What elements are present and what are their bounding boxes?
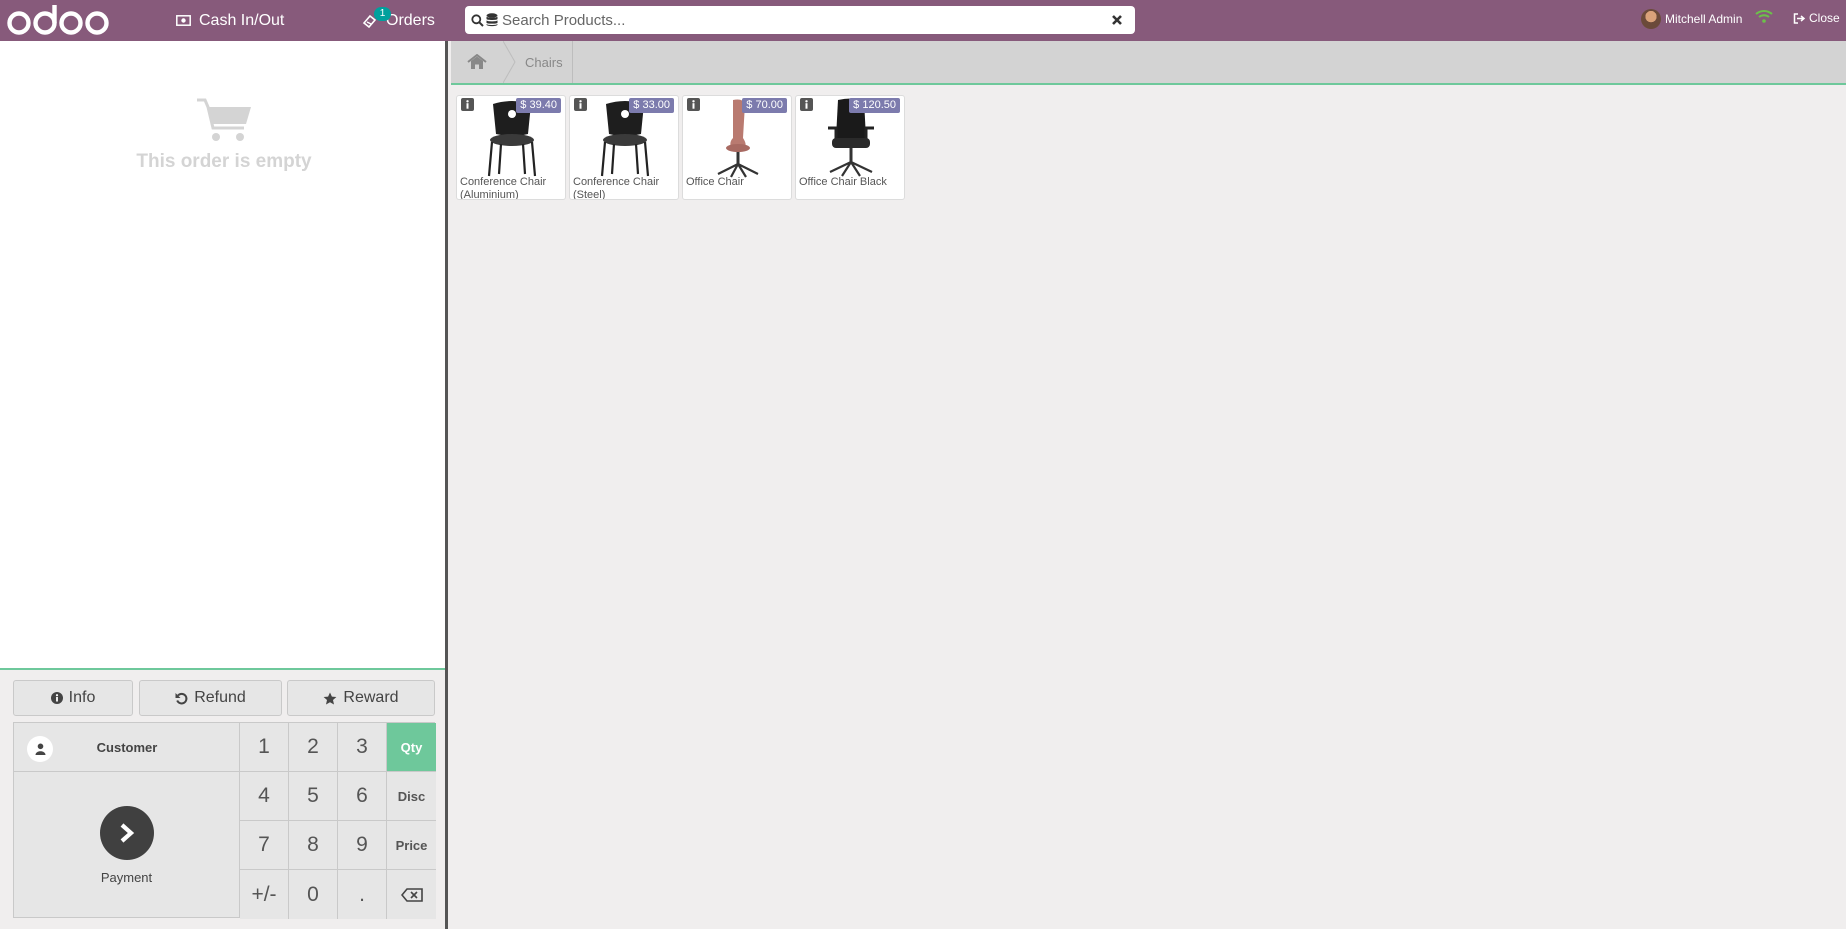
product-info-button[interactable] bbox=[461, 98, 474, 111]
backspace-button[interactable] bbox=[387, 870, 436, 919]
products-pane: Chairs $ 39.40 Conference Chair (Alumini… bbox=[451, 41, 1846, 929]
customer-label: Customer bbox=[96, 739, 158, 755]
info-label: Info bbox=[68, 689, 96, 706]
breadcrumb-category[interactable]: Chairs bbox=[525, 41, 563, 83]
product-price-tag: $ 33.00 bbox=[629, 98, 674, 113]
info-icon bbox=[579, 100, 582, 109]
numpad-key-0[interactable]: 0 bbox=[289, 870, 338, 919]
product-name: Conference Chair (Aluminium) bbox=[460, 176, 547, 200]
breadcrumb-separator bbox=[503, 41, 516, 83]
product-name: Office Chair Black bbox=[799, 176, 887, 188]
wifi-icon bbox=[1755, 9, 1773, 28]
product-card[interactable]: $ 120.50 Office Chair Black bbox=[795, 95, 905, 200]
numpad-key-5[interactable]: 5 bbox=[289, 772, 338, 821]
control-pads: Info Refund Reward Customer Payment 1 2 … bbox=[0, 668, 445, 929]
numpad-key-9[interactable]: 9 bbox=[338, 821, 387, 870]
orders-label: Orders bbox=[386, 11, 435, 29]
refund-label: Refund bbox=[194, 689, 246, 706]
info-icon bbox=[50, 692, 63, 704]
product-info-button[interactable] bbox=[687, 98, 700, 111]
numpad-area: Customer Payment 1 2 3 4 5 6 7 8 9 +/- 0… bbox=[13, 722, 436, 919]
search-icon bbox=[471, 13, 484, 27]
home-icon bbox=[467, 54, 487, 69]
numpad-key-7[interactable]: 7 bbox=[240, 821, 289, 870]
cart-icon bbox=[197, 98, 251, 141]
refund-button[interactable]: Refund bbox=[139, 680, 282, 716]
order-empty-text: This order is empty bbox=[136, 151, 312, 172]
info-button[interactable]: Info bbox=[13, 680, 133, 716]
customer-button[interactable]: Customer bbox=[14, 723, 240, 772]
empty-order-placeholder: This order is empty bbox=[0, 97, 448, 173]
info-icon bbox=[692, 100, 695, 109]
numpad-key-6[interactable]: 6 bbox=[338, 772, 387, 821]
breadcrumb-home[interactable] bbox=[451, 41, 503, 83]
reward-label: Reward bbox=[343, 689, 399, 706]
breadcrumb: Chairs bbox=[451, 41, 1846, 85]
chevron-right-icon bbox=[99, 805, 154, 860]
product-card[interactable]: $ 70.00 Office Chair bbox=[682, 95, 792, 200]
numpad-key-dot[interactable]: . bbox=[338, 870, 387, 919]
product-price-tag: $ 39.40 bbox=[516, 98, 561, 113]
product-info-button[interactable] bbox=[800, 98, 813, 111]
user-menu[interactable]: Mitchell Admin bbox=[1641, 0, 1742, 38]
clear-icon bbox=[1112, 15, 1122, 25]
database-icon bbox=[486, 13, 498, 27]
numpad-key-1[interactable]: 1 bbox=[240, 723, 289, 772]
backspace-icon bbox=[400, 887, 423, 902]
user-name: Mitchell Admin bbox=[1665, 12, 1743, 26]
numpad-key-8[interactable]: 8 bbox=[289, 821, 338, 870]
close-session-button[interactable]: Close bbox=[1793, 0, 1840, 36]
avatar bbox=[1641, 9, 1661, 29]
breadcrumb-divider bbox=[572, 41, 573, 83]
info-icon bbox=[805, 100, 808, 109]
product-name: Conference Chair (Steel) bbox=[573, 176, 660, 200]
payment-label: Payment bbox=[100, 869, 153, 885]
product-card[interactable]: $ 33.00 Conference Chair (Steel) bbox=[569, 95, 679, 200]
payment-button[interactable]: Payment bbox=[14, 772, 240, 918]
odoo-logo bbox=[6, 2, 110, 38]
orders-count-badge: 1 bbox=[374, 7, 391, 21]
clear-search-button[interactable] bbox=[1099, 15, 1135, 25]
numpad-key-plus-minus[interactable]: +/- bbox=[240, 870, 289, 919]
cash-icon bbox=[176, 15, 191, 26]
orders-button[interactable]: 1 Orders bbox=[362, 0, 435, 41]
product-price-tag: $ 70.00 bbox=[742, 98, 787, 113]
close-label: Close bbox=[1809, 11, 1840, 25]
product-name: Office Chair bbox=[686, 176, 744, 188]
pos-top-bar: Cash In/Out 1 Orders Mitchell Admin Clos… bbox=[0, 0, 1846, 41]
mode-price-button[interactable]: Price bbox=[387, 821, 436, 870]
numpad-key-3[interactable]: 3 bbox=[338, 723, 387, 772]
info-icon bbox=[466, 100, 469, 109]
mode-qty-button[interactable]: Qty bbox=[387, 723, 436, 772]
product-price-tag: $ 120.50 bbox=[849, 98, 900, 113]
sign-out-icon bbox=[1793, 12, 1806, 24]
numpad-key-4[interactable]: 4 bbox=[240, 772, 289, 821]
product-info-button[interactable] bbox=[574, 98, 587, 111]
undo-icon bbox=[175, 692, 188, 704]
star-icon bbox=[324, 692, 337, 704]
mode-disc-button[interactable]: Disc bbox=[387, 772, 436, 821]
order-pane: This order is empty Info Refund Reward C… bbox=[0, 41, 448, 929]
search-input[interactable] bbox=[498, 11, 1099, 29]
product-card[interactable]: $ 39.40 Conference Chair (Aluminium) bbox=[456, 95, 566, 200]
reward-button[interactable]: Reward bbox=[287, 680, 435, 716]
product-search-bar bbox=[465, 6, 1135, 34]
cash-in-out-button[interactable]: Cash In/Out bbox=[176, 0, 284, 41]
cash-in-out-label: Cash In/Out bbox=[199, 11, 285, 29]
numpad-key-2[interactable]: 2 bbox=[289, 723, 338, 772]
